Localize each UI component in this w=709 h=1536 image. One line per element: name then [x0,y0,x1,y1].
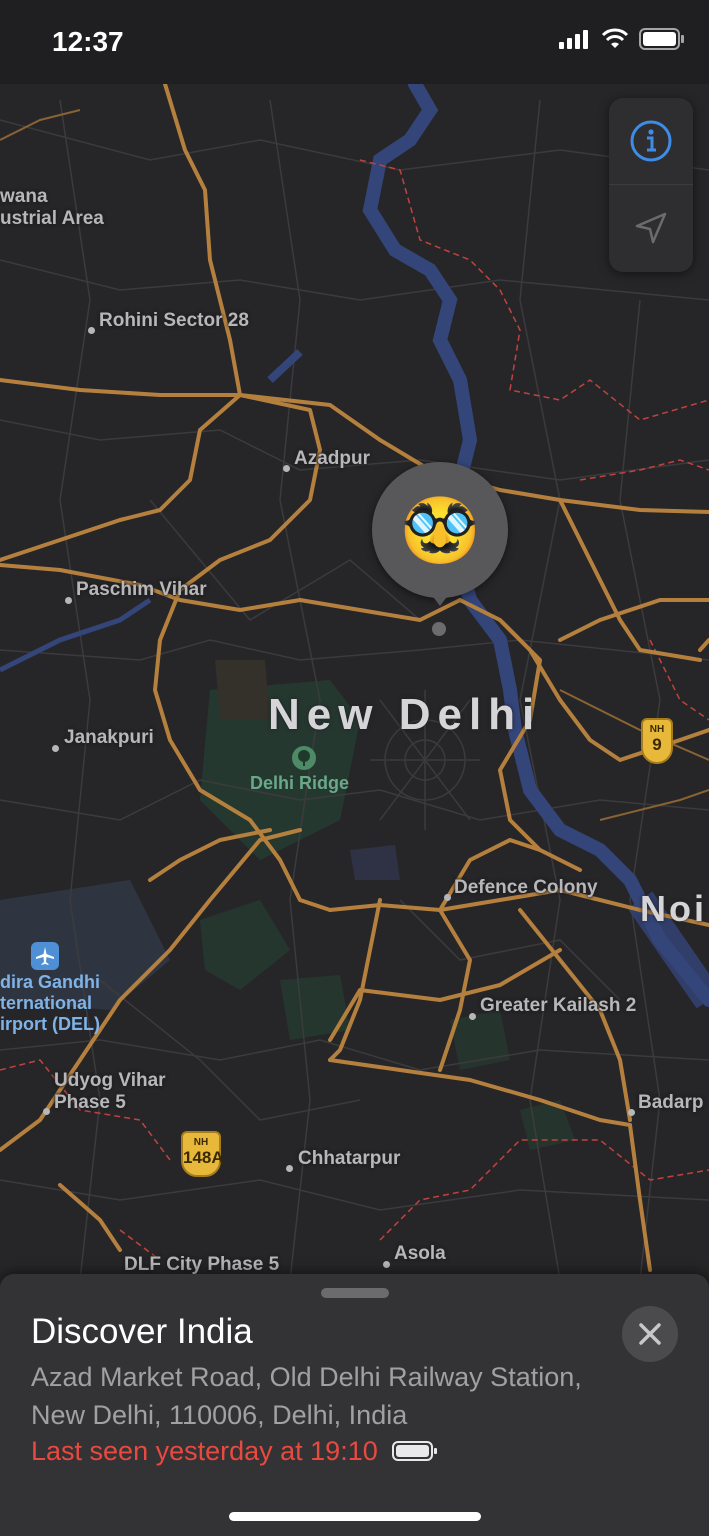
place-dot [65,597,72,604]
airport-label: dira Gandhi ternational irport (DEL) [0,972,101,1034]
highway-shield-prefix: NH [193,1137,209,1148]
edge-city-label: Noi [640,888,707,929]
pin-tail [428,590,452,606]
place-label: wana ustrial Area [0,186,104,229]
place-label: Paschim Vihar [76,579,207,600]
place-label: Defence Colony [454,877,598,898]
park-label: Delhi Ridge [250,773,350,793]
map-controls [609,98,693,272]
cellular-signal-icon [559,30,588,49]
location-arrow-icon [635,212,667,244]
disguise-face-emoji: 🥸 [400,494,480,566]
device-pin[interactable]: 🥸 [372,462,508,598]
place-dot [286,1165,293,1172]
place-dot [88,327,95,334]
airport-icon [31,942,59,970]
device-address: Azad Market Road, Old Delhi Railway Stat… [31,1362,582,1430]
place-label: Janakpuri [64,727,154,748]
place-dot [444,894,451,901]
place-dot [283,465,290,472]
status-bar: 12:37 [0,0,709,84]
info-icon [630,120,672,162]
device-name: Discover India [31,1312,253,1351]
pin-location-dot [432,622,446,636]
home-indicator[interactable] [229,1512,481,1521]
battery-level-icon [391,1441,437,1461]
place-label: Chhatarpur [298,1148,401,1169]
info-button[interactable] [609,98,693,184]
sheet-grabber[interactable] [321,1288,389,1298]
highway-shield-number: 9 [652,735,662,754]
highway-shield: NH 9 [641,718,673,764]
place-label: Greater Kailash 2 [480,995,637,1016]
battery-icon [639,28,684,50]
wifi-icon [601,28,629,48]
status-time: 12:37 [52,26,124,57]
place-label: Asola [394,1243,446,1264]
place-dot [383,1261,390,1268]
place-label: Azadpur [294,448,370,469]
highway-shield-number: 148A [183,1148,224,1167]
last-seen-text: Last seen yesterday at 19:10 [31,1436,378,1466]
place-dot [43,1108,50,1115]
highway-shield: NH 148A [181,1131,224,1177]
place-label: Rohini Sector 28 [99,310,249,331]
close-button[interactable] [622,1306,678,1362]
place-dot [469,1013,476,1020]
place-label: Badarp [638,1092,704,1113]
last-seen-row: Last seen yesterday at 19:10 [31,1434,438,1468]
city-label: New Delhi [268,690,542,739]
highway-shield-prefix: NH [649,724,665,735]
park-tree-icon [292,746,316,770]
status-icons [559,28,685,50]
place-label: Udyog Vihar Phase 5 [54,1070,166,1113]
device-detail-sheet[interactable]: Discover India Azad Market Road, Old Del… [0,1274,709,1536]
location-button[interactable] [609,185,693,271]
close-icon [639,1323,661,1345]
place-label: DLF City Phase 5 [124,1254,280,1275]
place-dot [52,745,59,752]
place-dot [628,1109,635,1116]
